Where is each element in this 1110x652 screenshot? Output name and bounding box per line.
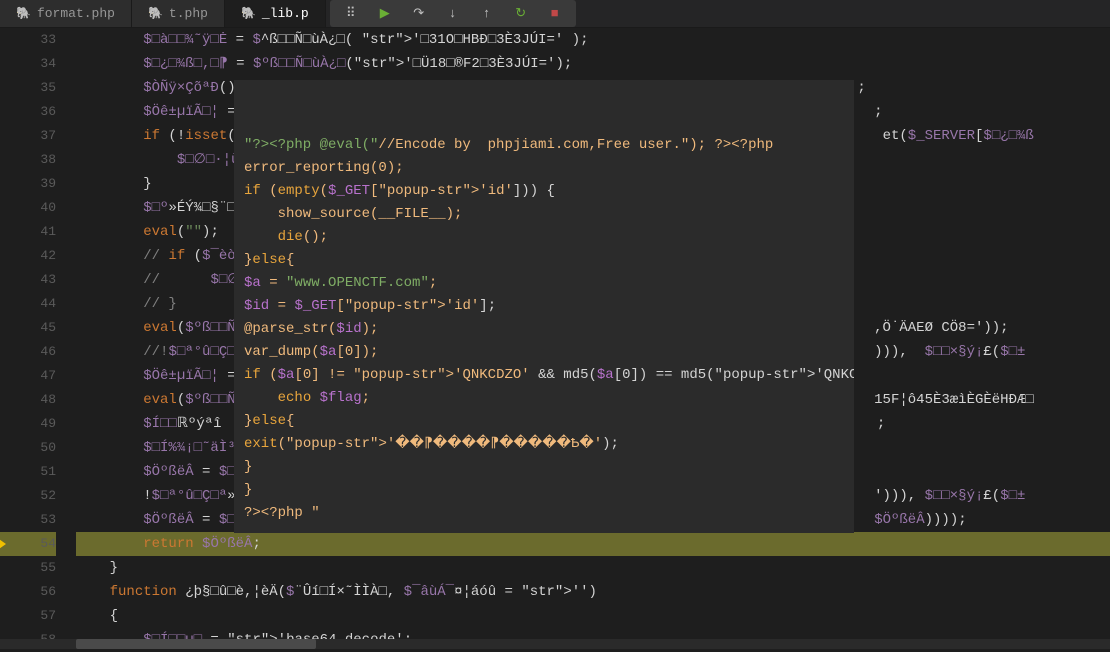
line-number: 41 — [0, 220, 56, 244]
gutter: 3334353637383940414243444546474849505152… — [0, 28, 76, 649]
popup-line: echo $flag; — [244, 387, 844, 410]
code-line[interactable]: } — [76, 556, 1110, 580]
tab-format-php[interactable]: 🐘 format.php — [0, 0, 132, 27]
tab-t-php[interactable]: 🐘 t.php — [132, 0, 225, 27]
hover-popup: "?><?php @eval("//Encode by phpjiami.com… — [234, 80, 854, 533]
play-button[interactable]: ▶ — [372, 1, 398, 27]
line-number: 50 — [0, 436, 56, 460]
line-number: 44 — [0, 292, 56, 316]
restart-button[interactable]: ↻ — [508, 1, 534, 27]
code-line[interactable]: function ¿þ§□û□è,¦èÄ($¨Ûí□Í×˜ÌÌÀ□, $¯âùÁ… — [76, 580, 1110, 604]
stop-button[interactable]: ■ — [542, 1, 568, 27]
breakpoint-arrow-icon — [0, 537, 6, 551]
popup-line: if ($a[0] != "popup-str">'QNKCDZO' && md… — [244, 364, 844, 387]
line-number: 43 — [0, 268, 56, 292]
popup-line: ?><?php " — [244, 502, 844, 525]
line-number: 33 — [0, 28, 56, 52]
code-line[interactable]: { — [76, 604, 1110, 628]
line-number: 42 — [0, 244, 56, 268]
line-number: 51 — [0, 460, 56, 484]
step-into-button[interactable]: ↓ — [440, 1, 466, 27]
line-number: 47 — [0, 364, 56, 388]
popup-line: } — [244, 479, 844, 502]
popup-line: die(); — [244, 226, 844, 249]
line-number: 56 — [0, 580, 56, 604]
line-number: 54 — [0, 532, 56, 556]
line-number: 49 — [0, 412, 56, 436]
grip-icon[interactable]: ⠿ — [338, 1, 364, 27]
popup-line: error_reporting(0); — [244, 157, 844, 180]
popup-line: if (empty($_GET["popup-str">'id'])) { — [244, 180, 844, 203]
popup-line: "?><?php @eval("//Encode by phpjiami.com… — [244, 134, 844, 157]
line-number: 48 — [0, 388, 56, 412]
line-number: 45 — [0, 316, 56, 340]
php-icon: 🐘 — [148, 6, 163, 21]
line-number: 35 — [0, 76, 56, 100]
line-number: 40 — [0, 196, 56, 220]
horizontal-scrollbar[interactable] — [0, 639, 1110, 649]
popup-line: }else{ — [244, 249, 844, 272]
php-icon: 🐘 — [241, 6, 256, 21]
editor: 3334353637383940414243444546474849505152… — [0, 28, 1110, 649]
line-number: 38 — [0, 148, 56, 172]
popup-line: exit("popup-str">'��⁋����⁋�����Ҍ�'); — [244, 433, 844, 456]
php-icon: 🐘 — [16, 6, 31, 21]
popup-line: $id = $_GET["popup-str">'id']; — [244, 295, 844, 318]
tab-label: _lib.p — [262, 6, 309, 21]
code-line[interactable]: $□à□□¾˜ÿ□Ė = $^ß□□Ñ□ùÀ¿□( "str">'□31O□HB… — [76, 28, 1110, 52]
code-line[interactable]: $□¿□¾ß□,□⁋ = $ºß□□Ñ□ùÀ¿□("str">'□Ü18□®F2… — [76, 52, 1110, 76]
line-number: 46 — [0, 340, 56, 364]
tab-label: t.php — [169, 6, 208, 21]
popup-line: }else{ — [244, 410, 844, 433]
popup-line: var_dump($a[0]); — [244, 341, 844, 364]
code-line[interactable]: return $ÖºßëÂ; — [76, 532, 1110, 556]
popup-line: show_source(__FILE__); — [244, 203, 844, 226]
tabs-bar: 🐘 format.php 🐘 t.php 🐘 _lib.p ⠿ ▶ ↷ ↓ ↑ … — [0, 0, 1110, 28]
line-number: 52 — [0, 484, 56, 508]
popup-line: @parse_str($id); — [244, 318, 844, 341]
line-number: 55 — [0, 556, 56, 580]
scrollbar-thumb[interactable] — [76, 639, 316, 649]
step-over-button[interactable]: ↷ — [406, 1, 432, 27]
debug-toolbar: ⠿ ▶ ↷ ↓ ↑ ↻ ■ — [330, 0, 576, 27]
popup-line: } — [244, 456, 844, 479]
line-number: 36 — [0, 100, 56, 124]
popup-line: $a = "www.OPENCTF.com"; — [244, 272, 844, 295]
line-number: 53 — [0, 508, 56, 532]
tab-label: format.php — [37, 6, 115, 21]
line-number: 37 — [0, 124, 56, 148]
tab-lib-php[interactable]: 🐘 _lib.p — [225, 0, 326, 27]
line-number: 39 — [0, 172, 56, 196]
line-number: 34 — [0, 52, 56, 76]
line-number: 57 — [0, 604, 56, 628]
step-out-button[interactable]: ↑ — [474, 1, 500, 27]
